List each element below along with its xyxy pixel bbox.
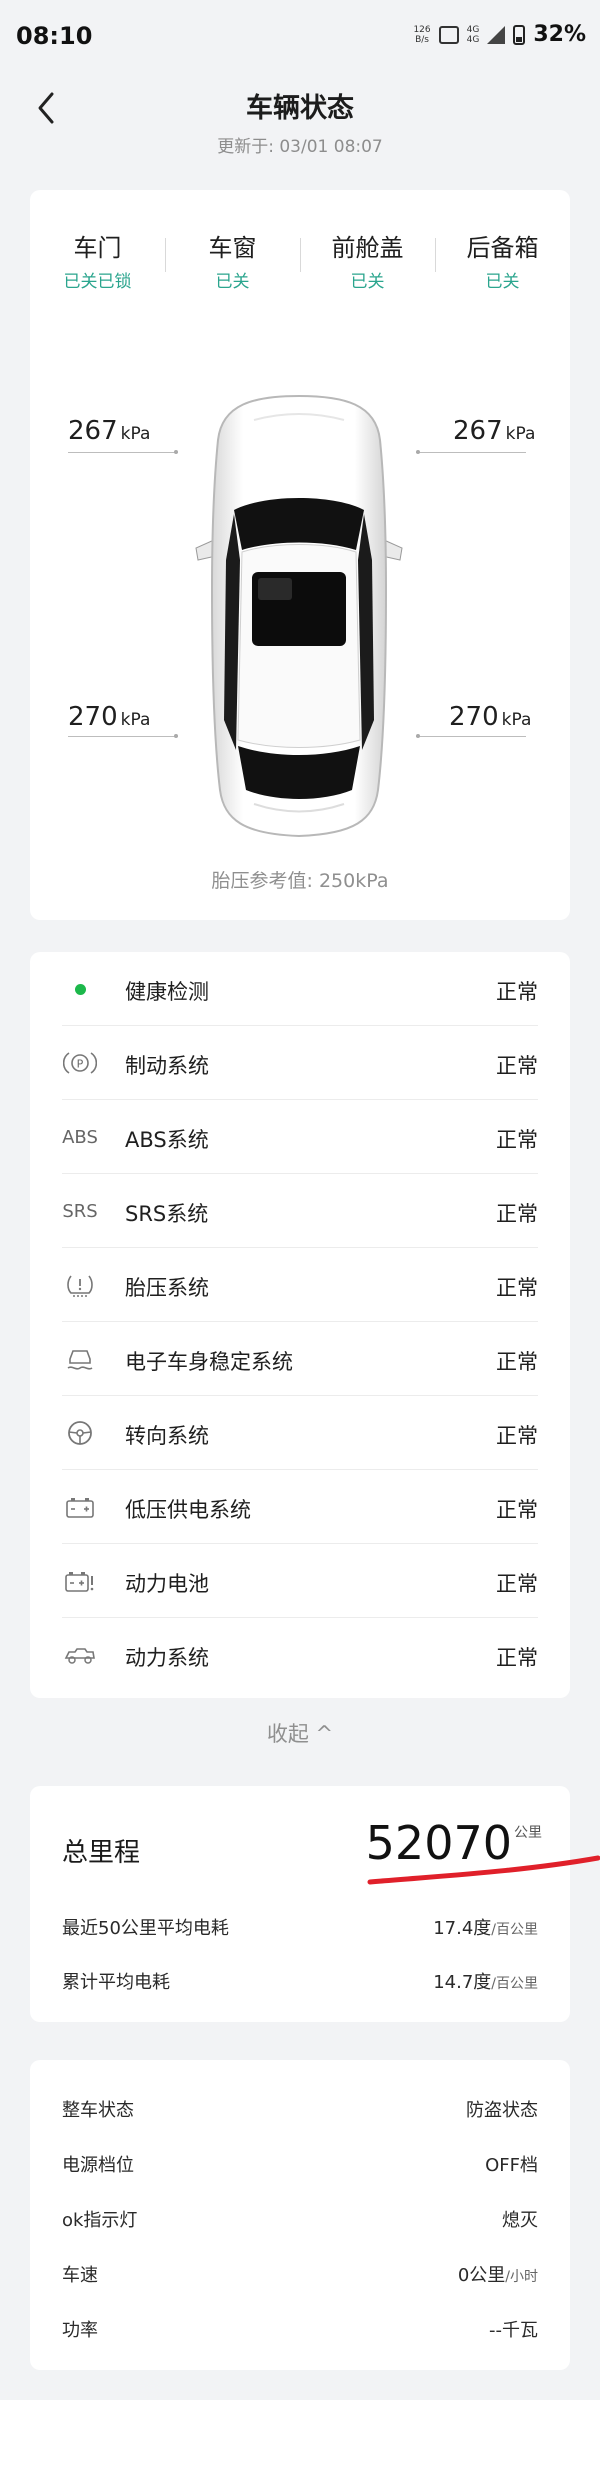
power-row: 功率 --千瓦 bbox=[62, 2320, 538, 2341]
tire-pressure-icon bbox=[62, 1270, 98, 1300]
red-underline-annotation bbox=[367, 1855, 600, 1885]
list-item[interactable]: 健康检测 正常 bbox=[30, 952, 570, 1026]
list-item[interactable]: 动力系统 正常 bbox=[30, 1618, 570, 1692]
low-voltage-battery-icon bbox=[62, 1492, 98, 1522]
list-item[interactable]: 胎压系统 正常 bbox=[30, 1248, 570, 1322]
hd-icon bbox=[438, 25, 459, 44]
list-item[interactable]: P 制动系统 正常 bbox=[30, 1026, 570, 1100]
power-gear-row: 电源档位 OFF档 bbox=[62, 2155, 538, 2176]
window-status: 车窗 已关 bbox=[165, 228, 300, 292]
list-item[interactable]: 电子车身稳定系统 正常 bbox=[30, 1322, 570, 1396]
battery-icon bbox=[513, 24, 526, 45]
tire-front-right: 267 kPa bbox=[453, 416, 536, 446]
powertrain-icon bbox=[62, 1640, 98, 1670]
door-status: 车门 已关已锁 bbox=[63, 234, 132, 292]
mileage-card: 总里程 52070 公里 最近50公里平均电耗 17.4度/百公里 累计平均电耗… bbox=[30, 1786, 570, 2022]
vehicle-info-card: 整车状态 防盗状态 电源档位 OFF档 ok指示灯 熄灭 车速 0公里/小时 功… bbox=[30, 2060, 570, 2370]
status-icons: 126 B/s 4G 4G 32% bbox=[413, 22, 586, 47]
system-check-card: 健康检测 正常 P 制动系统 正常 ABS ABS系统 正常 SRS SRS系统… bbox=[30, 952, 570, 1698]
total-mileage-label: 总里程 bbox=[62, 1838, 141, 1868]
network-type: 4G 4G bbox=[466, 24, 480, 45]
ok-indicator-row: ok指示灯 熄灭 bbox=[62, 2210, 538, 2231]
battery-percent: 32% bbox=[533, 22, 586, 47]
speed-row: 车速 0公里/小时 bbox=[62, 2265, 538, 2286]
parking-brake-icon: P bbox=[62, 1048, 98, 1078]
closure-status-row: 车门 已关已锁 车窗 已关 前舱盖 已关 后备箱 已关 bbox=[30, 228, 570, 292]
stability-control-icon bbox=[62, 1344, 98, 1374]
list-item[interactable]: 低压供电系统 正常 bbox=[30, 1470, 570, 1544]
tire-line-rl bbox=[68, 734, 178, 738]
list-item[interactable]: 转向系统 正常 bbox=[30, 1396, 570, 1470]
network-speed: 126 B/s bbox=[413, 24, 431, 45]
tire-line-fl bbox=[68, 450, 178, 454]
total-consumption-row: 累计平均电耗 14.7度/百公里 bbox=[62, 1972, 538, 1993]
bottom-bar bbox=[0, 2400, 600, 2467]
clock: 08:10 bbox=[16, 22, 93, 50]
vehicle-state-row: 整车状态 防盗状态 bbox=[62, 2100, 538, 2121]
status-bar: 08:10 126 B/s 4G 4G 32% bbox=[0, 0, 600, 70]
srs-icon: SRS bbox=[62, 1200, 98, 1222]
collapse-button[interactable]: 收起 ^ bbox=[0, 1718, 600, 1748]
list-item[interactable]: SRS SRS系统 正常 bbox=[30, 1174, 570, 1248]
power-battery-icon bbox=[62, 1566, 98, 1596]
car-status-card: 车门 已关已锁 车窗 已关 前舱盖 已关 后备箱 已关 267 kPa 267 kP… bbox=[30, 190, 570, 920]
tire-front-left: 267 kPa bbox=[68, 416, 151, 446]
steering-wheel-icon bbox=[62, 1418, 98, 1448]
hood-status: 前舱盖 已关 bbox=[300, 228, 435, 292]
tire-rear-right: 270 kPa bbox=[449, 702, 532, 732]
tire-line-fr bbox=[416, 450, 526, 454]
header: 车辆状态 更新于: 03/01 08:07 bbox=[0, 70, 600, 160]
pressure-reference: 胎压参考值: 250kPa bbox=[211, 870, 389, 892]
svg-text:P: P bbox=[77, 1058, 84, 1071]
tire-rear-left: 270 kPa bbox=[68, 702, 151, 732]
updated-time: 更新于: 03/01 08:07 bbox=[217, 137, 383, 157]
health-dot-icon bbox=[62, 974, 98, 1004]
tire-line-rr bbox=[416, 734, 526, 738]
page-title: 车辆状态 bbox=[246, 93, 354, 124]
car-top-view-image bbox=[195, 394, 403, 838]
list-item[interactable]: ABS ABS系统 正常 bbox=[30, 1100, 570, 1174]
recent-consumption-row: 最近50公里平均电耗 17.4度/百公里 bbox=[62, 1918, 538, 1939]
abs-icon: ABS bbox=[62, 1126, 98, 1148]
trunk-status: 后备箱 已关 bbox=[435, 228, 570, 292]
signal-icon bbox=[487, 25, 506, 44]
list-item[interactable]: 动力电池 正常 bbox=[30, 1544, 570, 1618]
